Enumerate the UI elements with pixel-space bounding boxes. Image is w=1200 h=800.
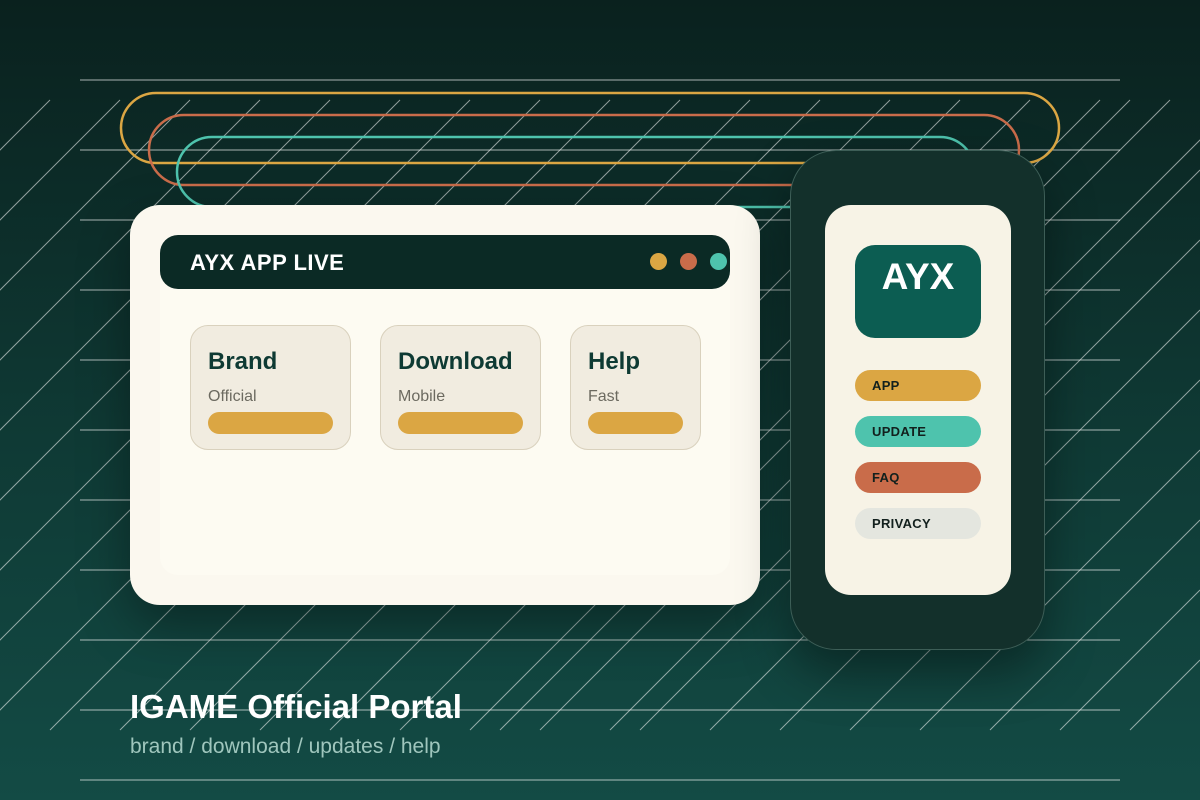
window-dot-orange[interactable]	[680, 253, 697, 270]
title-bar: AYX APP LIVE	[160, 235, 730, 289]
card-download[interactable]: Download Mobile	[380, 325, 541, 450]
menu-item-app[interactable]: APP	[855, 370, 981, 401]
phone-screen: AYX APP UPDATE FAQ PRIVACY	[825, 205, 1011, 595]
menu-item-update[interactable]: UPDATE	[855, 416, 981, 447]
app-window: AYX APP LIVE Brand Official Download Mob…	[130, 205, 760, 605]
decor-diagonal	[0, 99, 121, 221]
page-subtitle: brand / download / updates / help	[130, 735, 441, 758]
app-logo: AYX	[855, 245, 981, 338]
card-title: Brand	[208, 348, 278, 375]
card-subtitle: Official	[208, 388, 257, 405]
page-title: IGAME Official Portal	[130, 688, 462, 725]
decor-diagonal	[1059, 589, 1200, 731]
decor-diagonal	[1129, 659, 1200, 731]
card-help[interactable]: Help Fast	[570, 325, 701, 450]
menu-item-privacy[interactable]: PRIVACY	[855, 508, 981, 539]
window-title: AYX APP LIVE	[190, 250, 345, 275]
window-dot-gold[interactable]	[650, 253, 667, 270]
card-title: Download	[398, 348, 513, 375]
card-action-bar[interactable]	[398, 412, 523, 434]
card-title: Help	[588, 348, 641, 375]
menu-item-faq[interactable]: FAQ	[855, 462, 981, 493]
card-action-bar[interactable]	[208, 412, 333, 434]
card-subtitle: Fast	[588, 388, 620, 405]
card-brand[interactable]: Brand Official	[190, 325, 351, 450]
phone-mockup: AYX APP UPDATE FAQ PRIVACY	[790, 150, 1045, 650]
window-dot-teal[interactable]	[710, 253, 727, 270]
card-subtitle: Mobile	[398, 388, 446, 405]
card-action-bar[interactable]	[588, 412, 683, 434]
